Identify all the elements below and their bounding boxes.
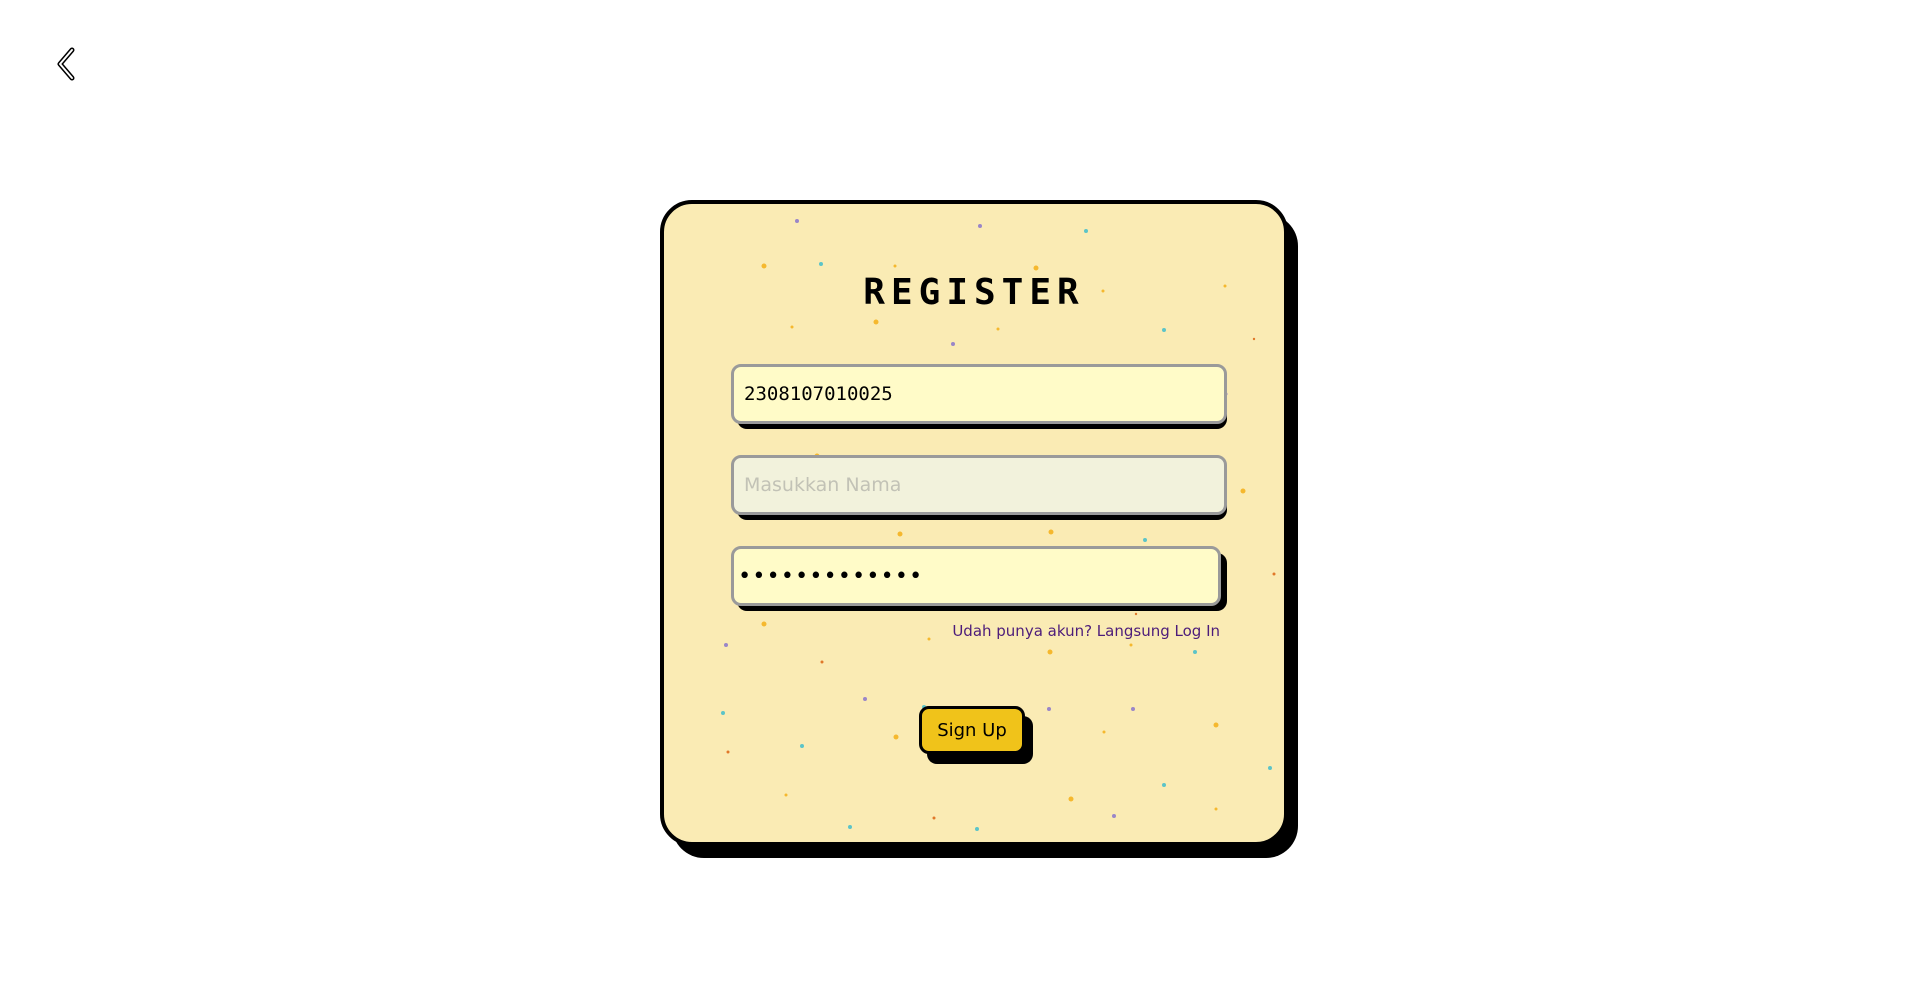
register-card-container: REGISTER Udah punya akun? Langsung Log I… [660, 200, 1298, 858]
name-input[interactable] [731, 455, 1227, 515]
register-card: REGISTER Udah punya akun? Langsung Log I… [660, 200, 1288, 846]
password-input[interactable] [731, 546, 1221, 606]
chevron-left-icon [52, 47, 82, 88]
signup-button[interactable]: Sign Up [919, 706, 1025, 754]
nim-field-container [731, 364, 1227, 429]
login-link[interactable]: Udah punya akun? Langsung Log In [952, 622, 1220, 640]
back-button[interactable] [52, 44, 82, 84]
page-title: REGISTER [863, 272, 1085, 313]
password-field-container [731, 546, 1227, 611]
signup-button-container: Sign Up [919, 706, 1035, 766]
nim-input[interactable] [731, 364, 1227, 424]
name-field-container [731, 455, 1227, 520]
